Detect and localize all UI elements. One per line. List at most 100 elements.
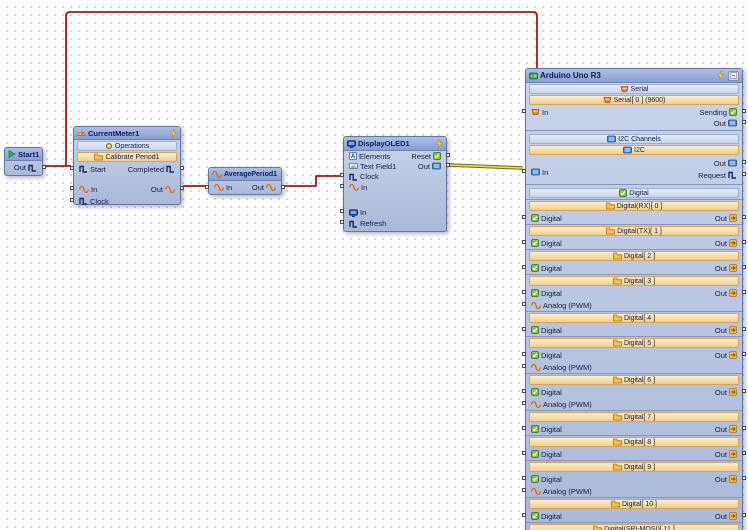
digital-channel-label-bar[interactable]: Digital[ 8 ] — [529, 437, 739, 447]
serial-in-pin[interactable] — [522, 109, 526, 113]
digital-channel-label-bar[interactable]: Digital[ 5 ] — [529, 338, 739, 348]
digital-out-pin[interactable] — [742, 240, 746, 244]
reset-pin[interactable] — [446, 153, 450, 157]
clock-pin[interactable] — [70, 198, 74, 202]
clock-icon — [166, 165, 175, 173]
digital-in-pin[interactable] — [522, 240, 526, 244]
digital-channel-label-bar[interactable]: Digital(SPI-MOSI)[ 11 ] — [529, 524, 739, 530]
clock-icon — [728, 171, 737, 179]
digital-channel-label-bar[interactable]: Digital[ 2 ] — [529, 251, 739, 261]
digital-in-pin[interactable] — [522, 451, 526, 455]
component-currentmeter1[interactable]: CurrentMeter1 Operations Calibrate Perio… — [70, 126, 184, 206]
digital-channel-group: Digital[ 10 ] Digital Out — [522, 497, 746, 522]
operations-bar[interactable]: Operations — [77, 141, 177, 151]
wire-averageperiod-to-oled[interactable] — [284, 175, 341, 187]
displayoled1-header[interactable]: DisplayOLED1 — [344, 137, 446, 151]
digital-channel-label-bar[interactable]: Digital(TX)[ 1 ] — [529, 226, 739, 236]
digital-in-pin[interactable] — [522, 265, 526, 269]
digital-in-pin[interactable] — [522, 215, 526, 219]
analog-pwm-pin[interactable] — [522, 488, 526, 492]
component-arduino-uno-r3[interactable]: Arduino Uno R3 Serial Serial[ 0 ] (9600)… — [522, 68, 746, 530]
digital-icon — [531, 289, 539, 297]
start1-out-pin[interactable] — [42, 165, 46, 169]
serial-section-header[interactable]: Serial — [529, 84, 739, 94]
i2c-section-header[interactable]: I2C Channels — [529, 134, 739, 144]
digital-channel-label-bar[interactable]: Digital[ 10 ] — [529, 499, 739, 509]
i2c-out-pin[interactable] — [742, 160, 746, 164]
oled-in-pin[interactable] — [340, 184, 344, 188]
digital-out-pin[interactable] — [742, 389, 746, 393]
i2c-pin-area: Out In Request — [522, 156, 746, 182]
reset-pin-label: Reset — [411, 151, 431, 161]
serial-channel-bar[interactable]: Serial[ 0 ] (9600) — [529, 95, 739, 105]
digital-channel-label-bar[interactable]: Digital[ 9 ] — [529, 462, 739, 472]
component-start1[interactable]: Start1 Out — [4, 147, 46, 176]
serial-out-pin[interactable] — [742, 120, 746, 124]
digital-in-pin[interactable] — [522, 352, 526, 356]
analog-pwm-pin[interactable] — [522, 302, 526, 306]
digital-in-pin[interactable] — [522, 290, 526, 294]
digital-out-pin[interactable] — [742, 426, 746, 430]
out-icon — [729, 264, 737, 272]
digital-out-pin[interactable] — [742, 290, 746, 294]
completed-pin[interactable] — [180, 166, 184, 170]
header-menu-button[interactable] — [728, 70, 739, 81]
digital-out-pin[interactable] — [742, 352, 746, 356]
oled-in-label: In — [361, 183, 368, 192]
digital-channel-label-bar[interactable]: Digital[ 7 ] — [529, 412, 739, 422]
digital-out-pin[interactable] — [742, 265, 746, 269]
oled-refresh-pin[interactable] — [340, 220, 344, 224]
analog-in-pin[interactable] — [70, 186, 74, 190]
analog-pwm-pin[interactable] — [522, 401, 526, 405]
digital-out-pin[interactable] — [742, 476, 746, 480]
display-icon — [349, 208, 358, 217]
oled-out-pin[interactable] — [446, 163, 450, 167]
properties-lightning-icon[interactable] — [436, 139, 443, 148]
i2c-channel-bar[interactable]: I2C — [529, 145, 739, 155]
analog-pwm-pin[interactable] — [522, 364, 526, 368]
textfield-label[interactable]: Text Field1 — [360, 162, 396, 171]
digital-out-pin[interactable] — [742, 451, 746, 455]
arduino-header[interactable]: Arduino Uno R3 — [526, 69, 742, 83]
digital-channel-group: Digital[ 5 ] Digital Out Analog (PWM) — [522, 336, 746, 373]
start1-header[interactable]: Start1 — [5, 148, 42, 161]
digital-in-pin[interactable] — [522, 389, 526, 393]
averageperiod1-header[interactable]: AveragePeriod1 — [209, 168, 281, 181]
digital-channel-group: Digital[ 7 ] Digital Out — [522, 410, 746, 435]
avg-in-pin[interactable] — [205, 185, 209, 189]
oled-clock-pin[interactable] — [340, 173, 344, 177]
digital-channel-label-bar[interactable]: Digital(RX)[ 0 ] — [529, 201, 739, 211]
avg-out-label: Out — [251, 183, 264, 192]
digital-channel-label-bar[interactable]: Digital[ 4 ] — [529, 313, 739, 323]
avg-out-pin[interactable] — [281, 185, 285, 189]
digital-section-header[interactable]: Digital — [529, 188, 739, 198]
analog-out-pin[interactable] — [180, 186, 184, 190]
digital-channel-label-bar[interactable]: Digital[ 6 ] — [529, 375, 739, 385]
calibrate-period-bar[interactable]: Calibrate Period1 — [77, 152, 177, 162]
properties-lightning-icon[interactable] — [717, 71, 724, 80]
serial-channel-label: Serial[ 0 ] (9600) — [613, 96, 666, 104]
design-canvas[interactable]: Start1 Out CurrentMeter1 Operations Cali… — [0, 0, 748, 530]
component-displayoled1[interactable]: DisplayOLED1 A Elements Reset ab Text Fi… — [340, 136, 450, 232]
component-averageperiod1[interactable]: AveragePeriod1 In Out — [205, 167, 285, 195]
serial-sending-pin[interactable] — [742, 109, 746, 113]
oled-display-in-pin[interactable] — [340, 209, 344, 213]
digital-in-pin[interactable] — [522, 426, 526, 430]
digital-in-label: Digital — [541, 213, 562, 223]
digital-in-pin[interactable] — [522, 327, 526, 331]
digital-channel-label-bar[interactable]: Digital[ 3 ] — [529, 276, 739, 286]
properties-lightning-icon[interactable] — [170, 128, 177, 138]
currentmeter1-header[interactable]: CurrentMeter1 — [74, 127, 180, 140]
clock-icon — [349, 173, 358, 181]
digital-in-pin[interactable] — [522, 476, 526, 480]
digital-in-label: Digital — [541, 387, 562, 397]
digital-icon — [531, 450, 539, 458]
digital-in-pin[interactable] — [522, 513, 526, 517]
digital-out-pin[interactable] — [742, 513, 746, 517]
digital-out-pin[interactable] — [742, 215, 746, 219]
out-icon — [729, 512, 737, 520]
i2c-request-pin[interactable] — [742, 172, 746, 176]
elements-label[interactable]: Elements — [359, 152, 390, 161]
start-pin[interactable] — [70, 166, 74, 170]
digital-out-pin[interactable] — [742, 327, 746, 331]
